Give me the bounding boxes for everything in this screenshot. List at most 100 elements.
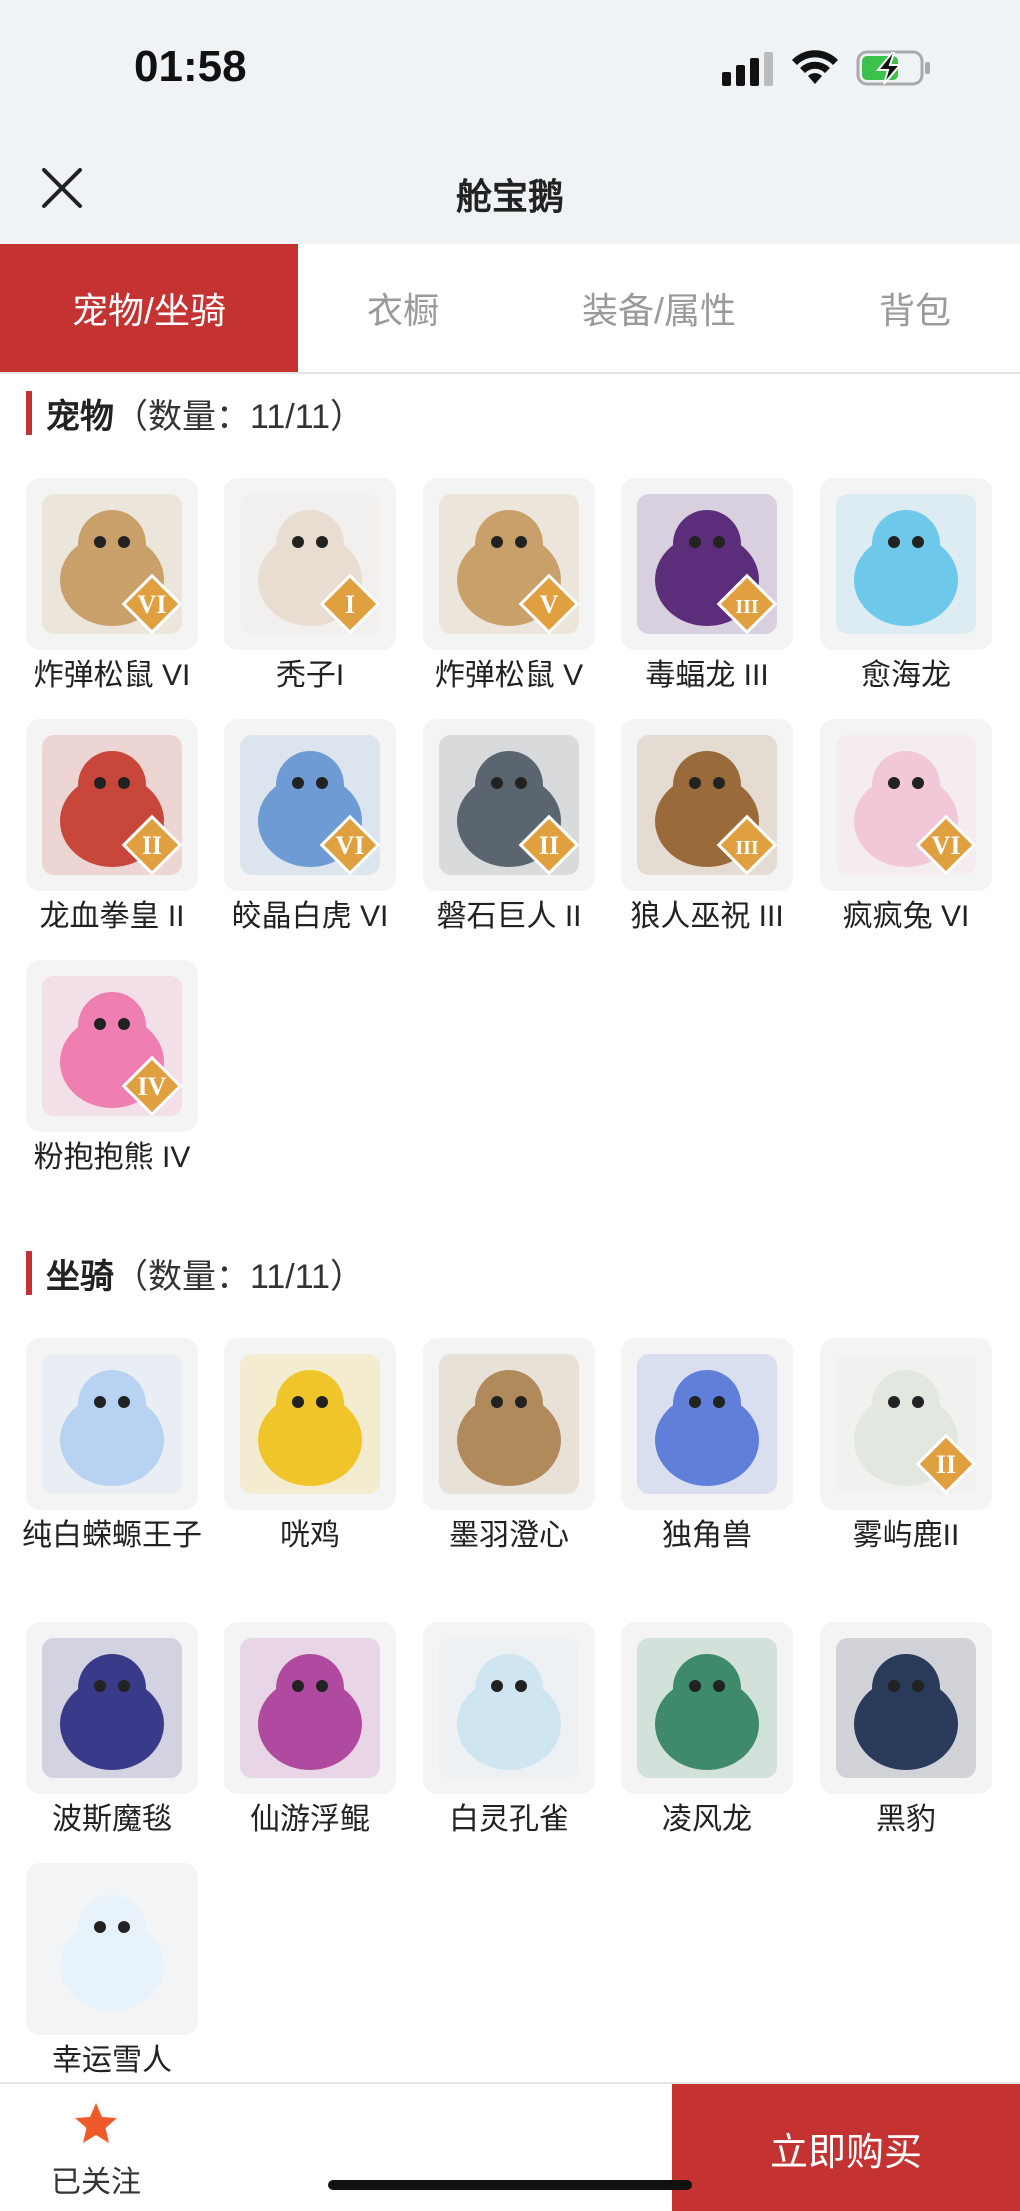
item-name: 皎晶白虎 VI	[231, 900, 389, 933]
mounts-item[interactable]: 纯白蝾螈王子	[22, 1338, 202, 1556]
item-thumbnail	[621, 1622, 793, 1794]
mounts-item[interactable]: 白灵孔雀	[423, 1622, 595, 1840]
pets-item[interactable]: VI 皎晶白虎 VI	[224, 719, 396, 937]
svg-text:V: V	[540, 590, 559, 619]
svg-text:IV: IV	[138, 1072, 167, 1101]
item-image	[240, 1354, 380, 1494]
item-thumbnail: I	[224, 478, 396, 650]
item-name: 磐石巨人 II	[436, 900, 582, 933]
item-thumbnail: VI	[820, 719, 992, 891]
item-image	[42, 1879, 182, 2019]
item-thumbnail	[820, 1622, 992, 1794]
item-image: II	[836, 1354, 977, 1495]
mounts-item[interactable]: 仙游浮鲲	[224, 1622, 396, 1840]
item-thumbnail: VI	[224, 719, 396, 891]
buy-now-button[interactable]: 立即购买	[672, 2084, 1020, 2211]
mounts-item[interactable]: 独角兽	[621, 1338, 793, 1556]
item-name: 愈海龙	[861, 659, 951, 692]
item-image	[42, 1638, 182, 1778]
item-name: 独角兽	[662, 1519, 752, 1552]
svg-text:VI: VI	[336, 831, 365, 860]
battery-charging-icon	[856, 50, 930, 86]
svg-text:II: II	[936, 1450, 956, 1479]
tab-pets-mounts[interactable]: 宠物/坐骑	[0, 244, 298, 372]
svg-text:II: II	[142, 831, 162, 860]
pets-item[interactable]: VI 炸弹松鼠 VI	[26, 478, 198, 696]
svg-text:VI: VI	[932, 831, 961, 860]
item-name: 疯疯兔 VI	[842, 900, 970, 933]
item-image	[637, 1354, 777, 1494]
tab-wardrobe[interactable]: 衣橱	[298, 244, 508, 372]
section-accent-bar	[26, 1251, 32, 1295]
pets-item[interactable]: II 龙血拳皇 II	[26, 719, 198, 937]
mounts-item[interactable]: 波斯魔毯	[26, 1622, 198, 1840]
pets-item[interactable]: III 狼人巫祝 III	[621, 719, 793, 937]
item-image: VI	[240, 735, 381, 876]
item-thumbnail	[423, 1338, 595, 1510]
svg-text:III: III	[735, 837, 759, 859]
mounts-section-title: 坐骑 （数量：11/11）	[26, 1250, 364, 1296]
item-thumbnail: VI	[26, 478, 198, 650]
pets-count: （数量：11/11）	[114, 397, 365, 436]
mounts-item[interactable]: 咣鸡	[224, 1338, 396, 1556]
mounts-item[interactable]: 幸运雪人	[26, 1863, 198, 2081]
item-image	[42, 1354, 182, 1494]
pets-item[interactable]: V 炸弹松鼠 V	[423, 478, 595, 696]
item-name: 粉抱抱熊 IV	[33, 1141, 191, 1174]
item-name: 炸弹松鼠 VI	[33, 659, 191, 692]
pets-item[interactable]: II 磐石巨人 II	[423, 719, 595, 937]
item-image: V	[439, 494, 580, 635]
section-accent-bar	[26, 391, 32, 435]
pets-item[interactable]: VI 疯疯兔 VI	[820, 719, 992, 937]
item-thumbnail: V	[423, 478, 595, 650]
item-image	[836, 494, 976, 634]
bottom-action-bar: 已关注 立即购买	[0, 2082, 1020, 2211]
page-title: 舱宝鹅	[455, 176, 564, 217]
pets-item[interactable]: 愈海龙	[820, 478, 992, 696]
item-name: 咣鸡	[280, 1519, 340, 1552]
item-name: 纯白蝾螈王子	[22, 1519, 202, 1552]
item-image: VI	[42, 494, 183, 635]
tab-equipment[interactable]: 装备/属性	[508, 244, 810, 372]
item-image: II	[42, 735, 183, 876]
pets-item[interactable]: III 毒蝠龙 III	[621, 478, 793, 696]
wifi-icon	[792, 50, 838, 84]
home-indicator	[328, 2180, 692, 2190]
mounts-item[interactable]: 墨羽澄心	[423, 1338, 595, 1556]
item-name: 黑豹	[876, 1803, 936, 1836]
item-name: 幸运雪人	[52, 2044, 172, 2077]
item-image	[240, 1638, 380, 1778]
item-name: 白灵孔雀	[449, 1803, 569, 1836]
cellular-signal-icon	[722, 52, 773, 86]
item-thumbnail	[621, 1338, 793, 1510]
item-thumbnail	[26, 1338, 198, 1510]
item-name: 凌风龙	[662, 1803, 752, 1836]
item-thumbnail: IV	[26, 960, 198, 1132]
item-image: III	[637, 494, 778, 635]
item-thumbnail: II	[820, 1338, 992, 1510]
status-bar: 01:58	[0, 0, 1020, 140]
tab-backpack[interactable]: 背包	[810, 244, 1020, 372]
pets-section-title: 宠物 （数量：11/11）	[26, 390, 364, 436]
item-name: 狼人巫祝 III	[630, 900, 784, 933]
mounts-item[interactable]: 黑豹	[820, 1622, 992, 1840]
item-image	[439, 1638, 579, 1778]
item-thumbnail: III	[621, 719, 793, 891]
mounts-item[interactable]: II 雾屿鹿II	[820, 1338, 992, 1556]
item-image	[439, 1354, 579, 1494]
item-name: 波斯魔毯	[52, 1803, 172, 1836]
pets-item[interactable]: I 秃子I	[224, 478, 396, 696]
mounts-item[interactable]: 凌风龙	[621, 1622, 793, 1840]
follow-button[interactable]: 已关注	[36, 2100, 156, 2201]
svg-text:II: II	[539, 831, 559, 860]
item-image: IV	[42, 976, 183, 1117]
item-name: 龙血拳皇 II	[39, 900, 185, 933]
star-icon	[75, 2103, 117, 2143]
item-image: III	[637, 735, 778, 876]
item-thumbnail	[820, 478, 992, 650]
mounts-count: （数量：11/11）	[114, 1257, 365, 1296]
item-thumbnail: II	[26, 719, 198, 891]
svg-text:I: I	[345, 590, 355, 619]
pets-item[interactable]: IV 粉抱抱熊 IV	[26, 960, 198, 1178]
item-thumbnail: III	[621, 478, 793, 650]
